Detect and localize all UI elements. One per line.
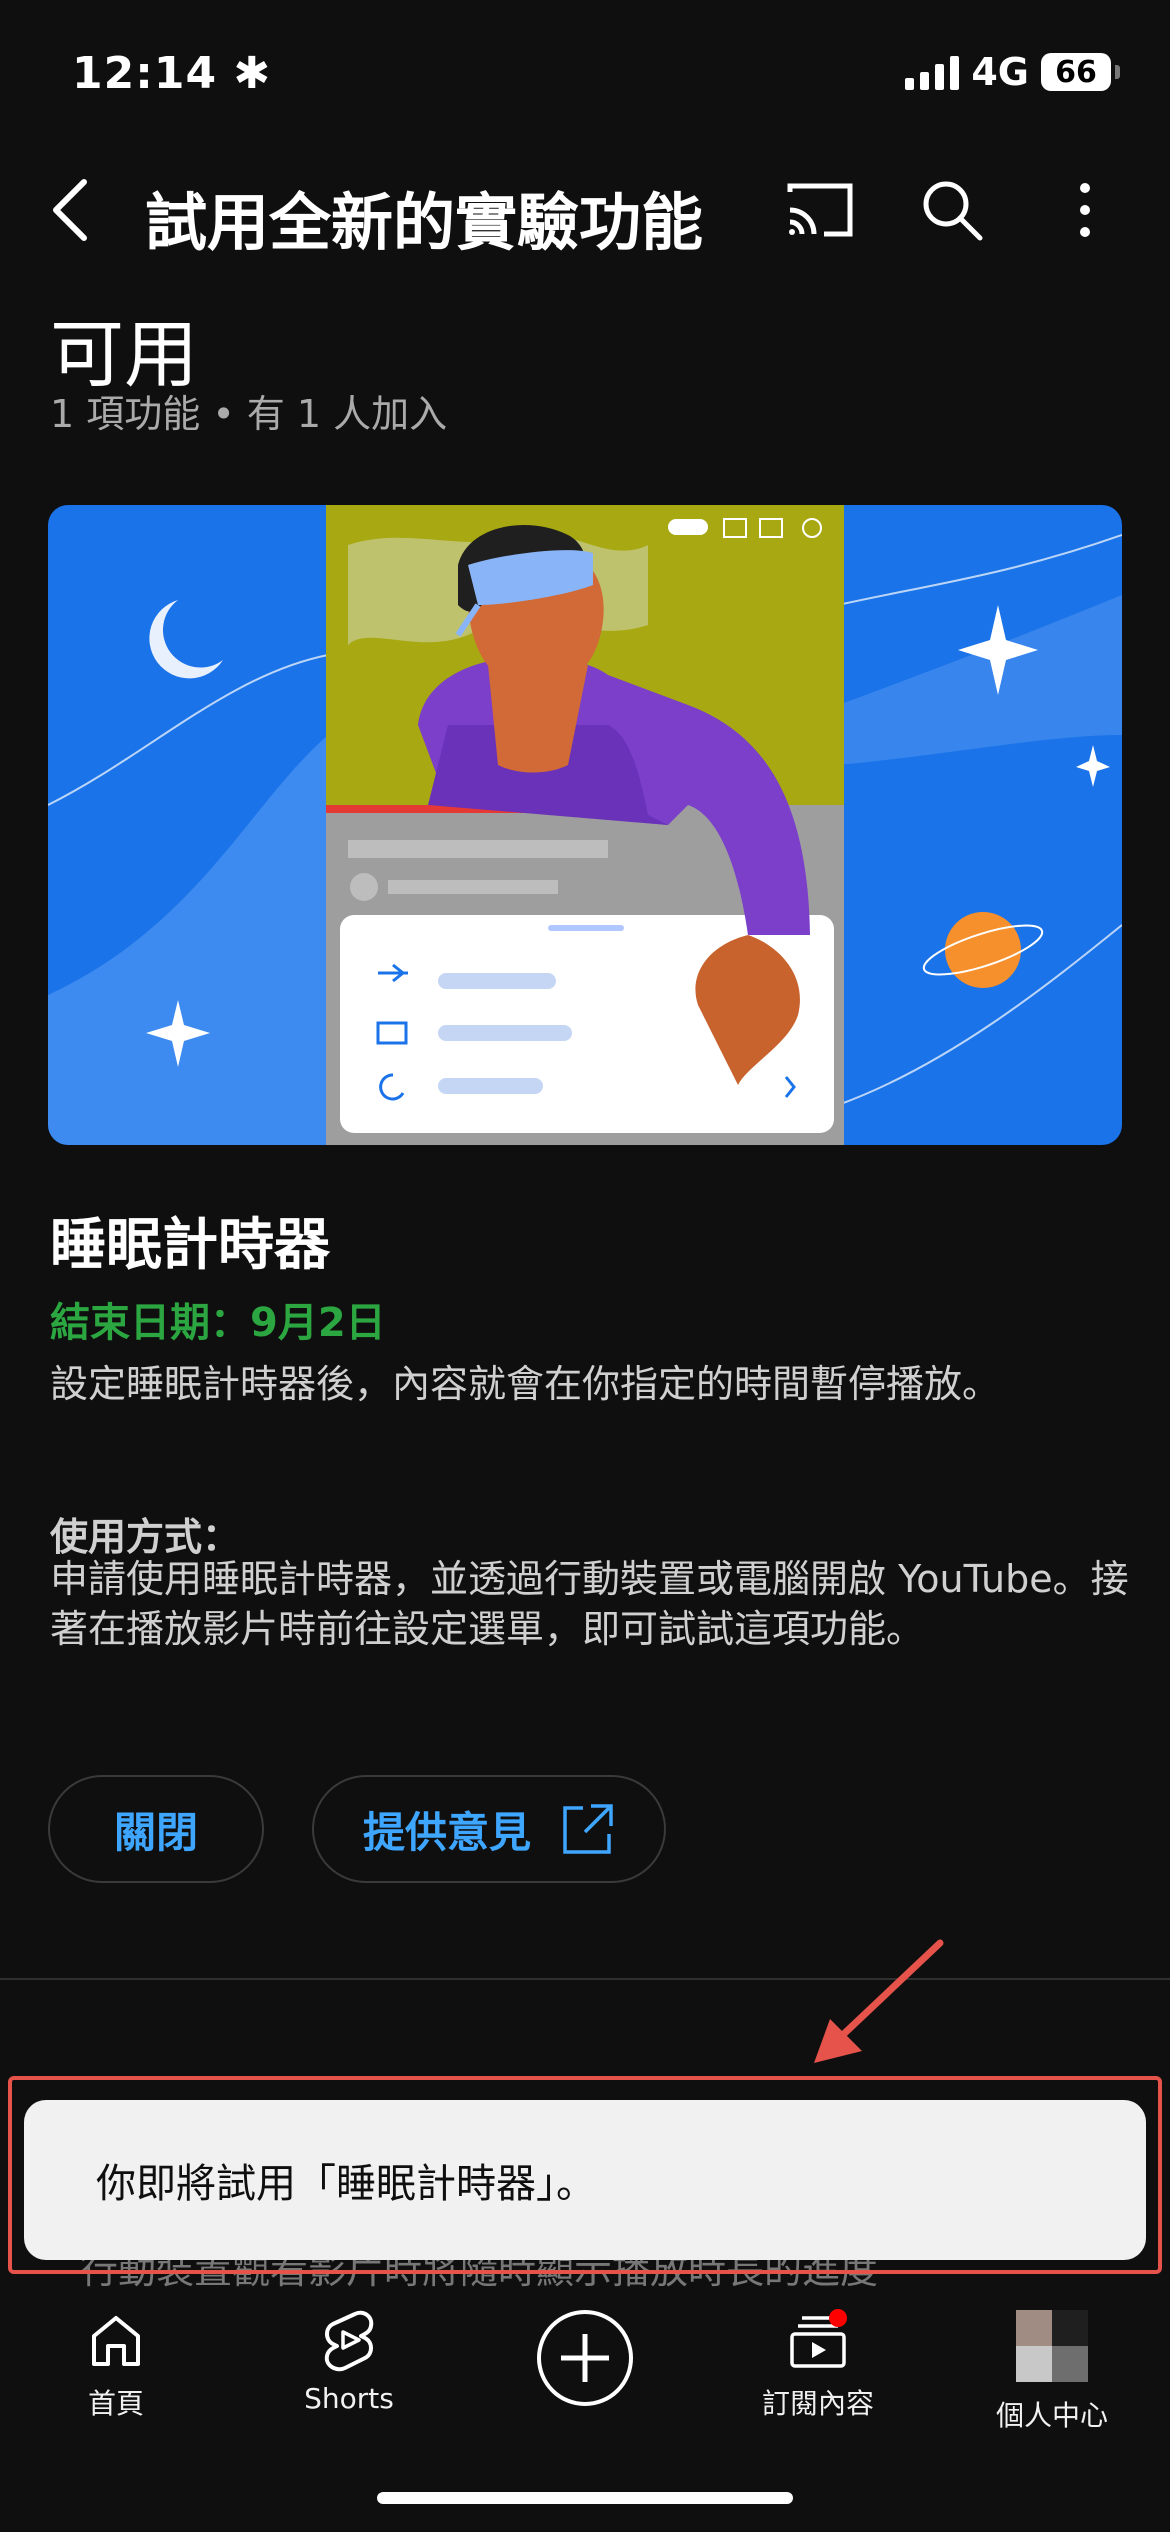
external-link-icon [563, 1804, 613, 1854]
search-icon [923, 181, 983, 241]
back-button[interactable] [40, 170, 120, 250]
nav-shorts[interactable]: Shorts [259, 2308, 439, 2415]
signal-icon [905, 54, 960, 90]
nav-subscriptions[interactable]: 訂閱內容 [728, 2308, 908, 2422]
status-bar: 12:14 ✱ 4G 66 [0, 0, 1170, 150]
annotation-arrow-icon [814, 1939, 944, 2063]
section-divider [0, 1978, 1170, 1980]
home-indicator [377, 2492, 793, 2504]
nav-subscriptions-label: 訂閱內容 [761, 2387, 874, 2420]
battery-icon: 66 [1041, 53, 1120, 91]
close-feature-button[interactable]: 關閉 [48, 1775, 264, 1883]
back-icon [53, 179, 87, 241]
toast-text: 你即將試用「睡眠計時器」。 [96, 2161, 596, 2207]
cast-icon [787, 183, 853, 237]
howto-text: 申請使用睡眠計時器，並透過行動裝置或電腦開啟 YouTube。接著在播放影片時前… [50, 1557, 1129, 1651]
close-feature-label: 關閉 [113, 1807, 198, 1857]
feature-description: 設定睡眠計時器後，內容就會在你指定的時間暫停播放。 [50, 1362, 1001, 1406]
feedback-label: 提供意見 [362, 1807, 531, 1857]
page-title: 試用全新的實驗功能 [145, 186, 704, 259]
app-header: 試用全新的實驗功能 [0, 150, 1170, 270]
section-subtitle: 1 項功能 • 有 1 人加入 [50, 392, 448, 436]
network-type: 4G [971, 50, 1029, 94]
nav-shorts-label: Shorts [304, 2382, 394, 2415]
status-time: 12:14 ✱ [72, 48, 272, 99]
avatar [1014, 2308, 1090, 2384]
nav-you-label: 個人中心 [995, 2399, 1108, 2432]
toast-message: 你即將試用「睡眠計時器」。 [24, 2100, 1146, 2260]
shorts-icon [324, 2310, 374, 2372]
battery-level: 66 [1041, 53, 1111, 91]
more-options-button[interactable] [1045, 170, 1125, 250]
sleep-timer-illustration [48, 505, 1122, 1145]
add-icon [537, 2310, 633, 2406]
feature-end-date: 結束日期：9月2日 [50, 1300, 386, 1346]
cast-button[interactable] [780, 170, 860, 250]
create-button[interactable] [535, 2308, 635, 2408]
more-vert-icon [1080, 183, 1090, 237]
subscriptions-icon [790, 2309, 847, 2368]
nav-you[interactable]: 個人中心 [962, 2308, 1142, 2434]
nav-home[interactable]: 首頁 [26, 2308, 206, 2422]
home-icon [92, 2316, 140, 2366]
howto-label: 使用方式： [50, 1515, 241, 1559]
search-button[interactable] [912, 170, 992, 250]
feedback-button[interactable]: 提供意見 [312, 1775, 666, 1883]
status-indicators: 4G 66 [905, 50, 1120, 94]
nav-home-label: 首頁 [87, 2387, 144, 2420]
feature-illustration [48, 505, 1122, 1145]
feature-name: 睡眠計時器 [50, 1213, 330, 1278]
